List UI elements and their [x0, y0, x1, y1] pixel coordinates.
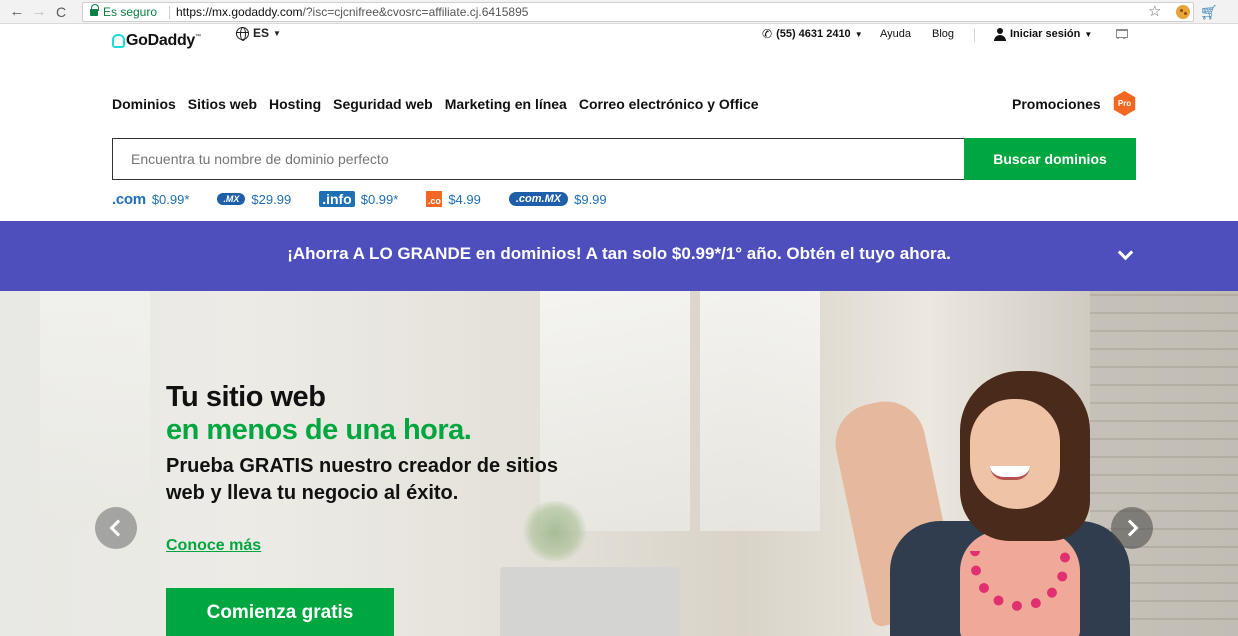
- tld-com[interactable]: .com $0.99*: [112, 191, 189, 208]
- address-bar[interactable]: Es seguro https://mx.godaddy.com/?isc=cj…: [82, 2, 1194, 22]
- phone-selector[interactable]: ✆ (55) 4631 2410 ▼: [762, 26, 863, 42]
- promotions-link[interactable]: Promociones: [1012, 96, 1101, 112]
- laptop-image: [500, 567, 680, 636]
- reload-icon[interactable]: C: [52, 3, 70, 21]
- face-shape: [970, 399, 1060, 509]
- start-free-button[interactable]: Comienza gratis: [166, 588, 394, 636]
- lock-icon: [90, 4, 99, 17]
- godaddy-logo[interactable]: GoDaddy ™: [112, 26, 201, 60]
- tld-badge: .com.MX: [508, 192, 569, 206]
- nav-item-marketing[interactable]: Marketing en línea: [445, 96, 567, 112]
- caret-down-icon: ▼: [273, 28, 281, 38]
- main-nav: Dominios Sitios web Hosting Seguridad we…: [112, 96, 759, 112]
- blog-link[interactable]: Blog: [932, 26, 954, 42]
- nav-item-email-office[interactable]: Correo electrónico y Office: [579, 96, 759, 112]
- tld-badge: .com: [112, 190, 146, 208]
- hero-title-line1: Tu sitio web: [166, 381, 326, 413]
- secure-label: Es seguro: [103, 5, 158, 19]
- signin-label: Iniciar sesión: [1010, 28, 1081, 40]
- chevron-down-icon[interactable]: [1118, 248, 1132, 262]
- person-icon: [994, 27, 1006, 41]
- language-selector[interactable]: ES ▼: [236, 26, 281, 41]
- nav-item-hosting[interactable]: Hosting: [269, 96, 321, 112]
- address-divider: [169, 6, 170, 19]
- learn-more-link[interactable]: Conoce más: [166, 537, 261, 555]
- godaddy-logo-icon: [112, 34, 125, 48]
- plant-image: [520, 501, 590, 561]
- url-text[interactable]: https://mx.godaddy.com/?isc=cjcnifree&cv…: [176, 3, 528, 21]
- hero-carousel: Tu sitio web en menos de una hora. Prueb…: [0, 291, 1238, 636]
- nav-item-security[interactable]: Seguridad web: [333, 96, 433, 112]
- caret-down-icon: ▼: [854, 29, 863, 39]
- forward-arrow-icon[interactable]: →: [30, 3, 48, 21]
- cart-icon[interactable]: [1114, 27, 1128, 39]
- phone-number: (55) 4631 2410: [776, 28, 851, 40]
- logo-trademark: ™: [195, 34, 202, 40]
- tld-info[interactable]: .info $0.99*: [319, 191, 398, 207]
- caret-down-icon: ▼: [1084, 29, 1093, 39]
- domain-search-input[interactable]: [112, 138, 964, 180]
- hero-title-line2: en menos de una hora.: [166, 414, 472, 446]
- url-query: /?isc=cjcnifree&cvosrc=affiliate.cj.6415…: [302, 5, 529, 19]
- background-window: [700, 291, 820, 531]
- tld-mx[interactable]: .MX $29.99: [217, 192, 291, 207]
- cookie-extension-icon[interactable]: [1176, 5, 1190, 19]
- tld-co[interactable]: .co $4.99: [426, 191, 481, 207]
- tld-badge: .co: [426, 191, 443, 207]
- tld-price-list: .com $0.99* .MX $29.99 .info $0.99* .co …: [112, 189, 635, 209]
- phone-icon: ✆: [762, 27, 773, 41]
- background-window: [40, 291, 150, 531]
- nav-item-domains[interactable]: Dominios: [112, 96, 176, 112]
- browser-toolbar: ← → C Es seguro https://mx.godaddy.com/?…: [0, 0, 1238, 24]
- bookmark-star-icon[interactable]: ☆: [1148, 2, 1161, 22]
- carousel-next-button[interactable]: [1111, 507, 1153, 549]
- promo-banner[interactable]: ¡Ahorra A LO GRANDE en dominios! A tan s…: [0, 221, 1238, 291]
- nav-item-websites[interactable]: Sitios web: [188, 96, 257, 112]
- back-arrow-icon[interactable]: ←: [8, 3, 26, 21]
- globe-icon: [236, 26, 249, 41]
- search-domains-button[interactable]: Buscar dominios: [964, 138, 1136, 180]
- hero-copy: Tu sitio web en menos de una hora. Prueb…: [166, 381, 566, 636]
- url-host: https://mx.godaddy.com: [176, 5, 303, 19]
- help-link[interactable]: Ayuda: [880, 26, 911, 42]
- cart-extension-icon[interactable]: 🛒︎: [1200, 4, 1218, 20]
- tld-com-mx[interactable]: .com.MX $9.99: [508, 191, 607, 207]
- tld-price: $0.99*: [151, 191, 190, 207]
- tld-price: $0.99*: [360, 191, 399, 207]
- carousel-prev-button[interactable]: [95, 507, 137, 549]
- banner-text: ¡Ahorra A LO GRANDE en dominios! A tan s…: [287, 244, 951, 263]
- language-label: ES: [253, 26, 270, 40]
- hero-woman-image: [828, 371, 1150, 636]
- tld-badge: .info: [319, 191, 355, 207]
- pro-badge[interactable]: Pro: [1113, 91, 1136, 116]
- signin-menu[interactable]: Iniciar sesión ▼: [994, 26, 1092, 42]
- tld-price: $29.99: [251, 191, 292, 207]
- header-divider: [974, 28, 975, 42]
- hero-subtitle: Prueba GRATIS nuestro creador de sitios …: [166, 455, 558, 504]
- tld-price: $9.99: [574, 191, 607, 207]
- tld-badge: .MX: [217, 193, 246, 205]
- logo-text: GoDaddy: [126, 32, 196, 49]
- tld-price: $4.99: [448, 191, 481, 207]
